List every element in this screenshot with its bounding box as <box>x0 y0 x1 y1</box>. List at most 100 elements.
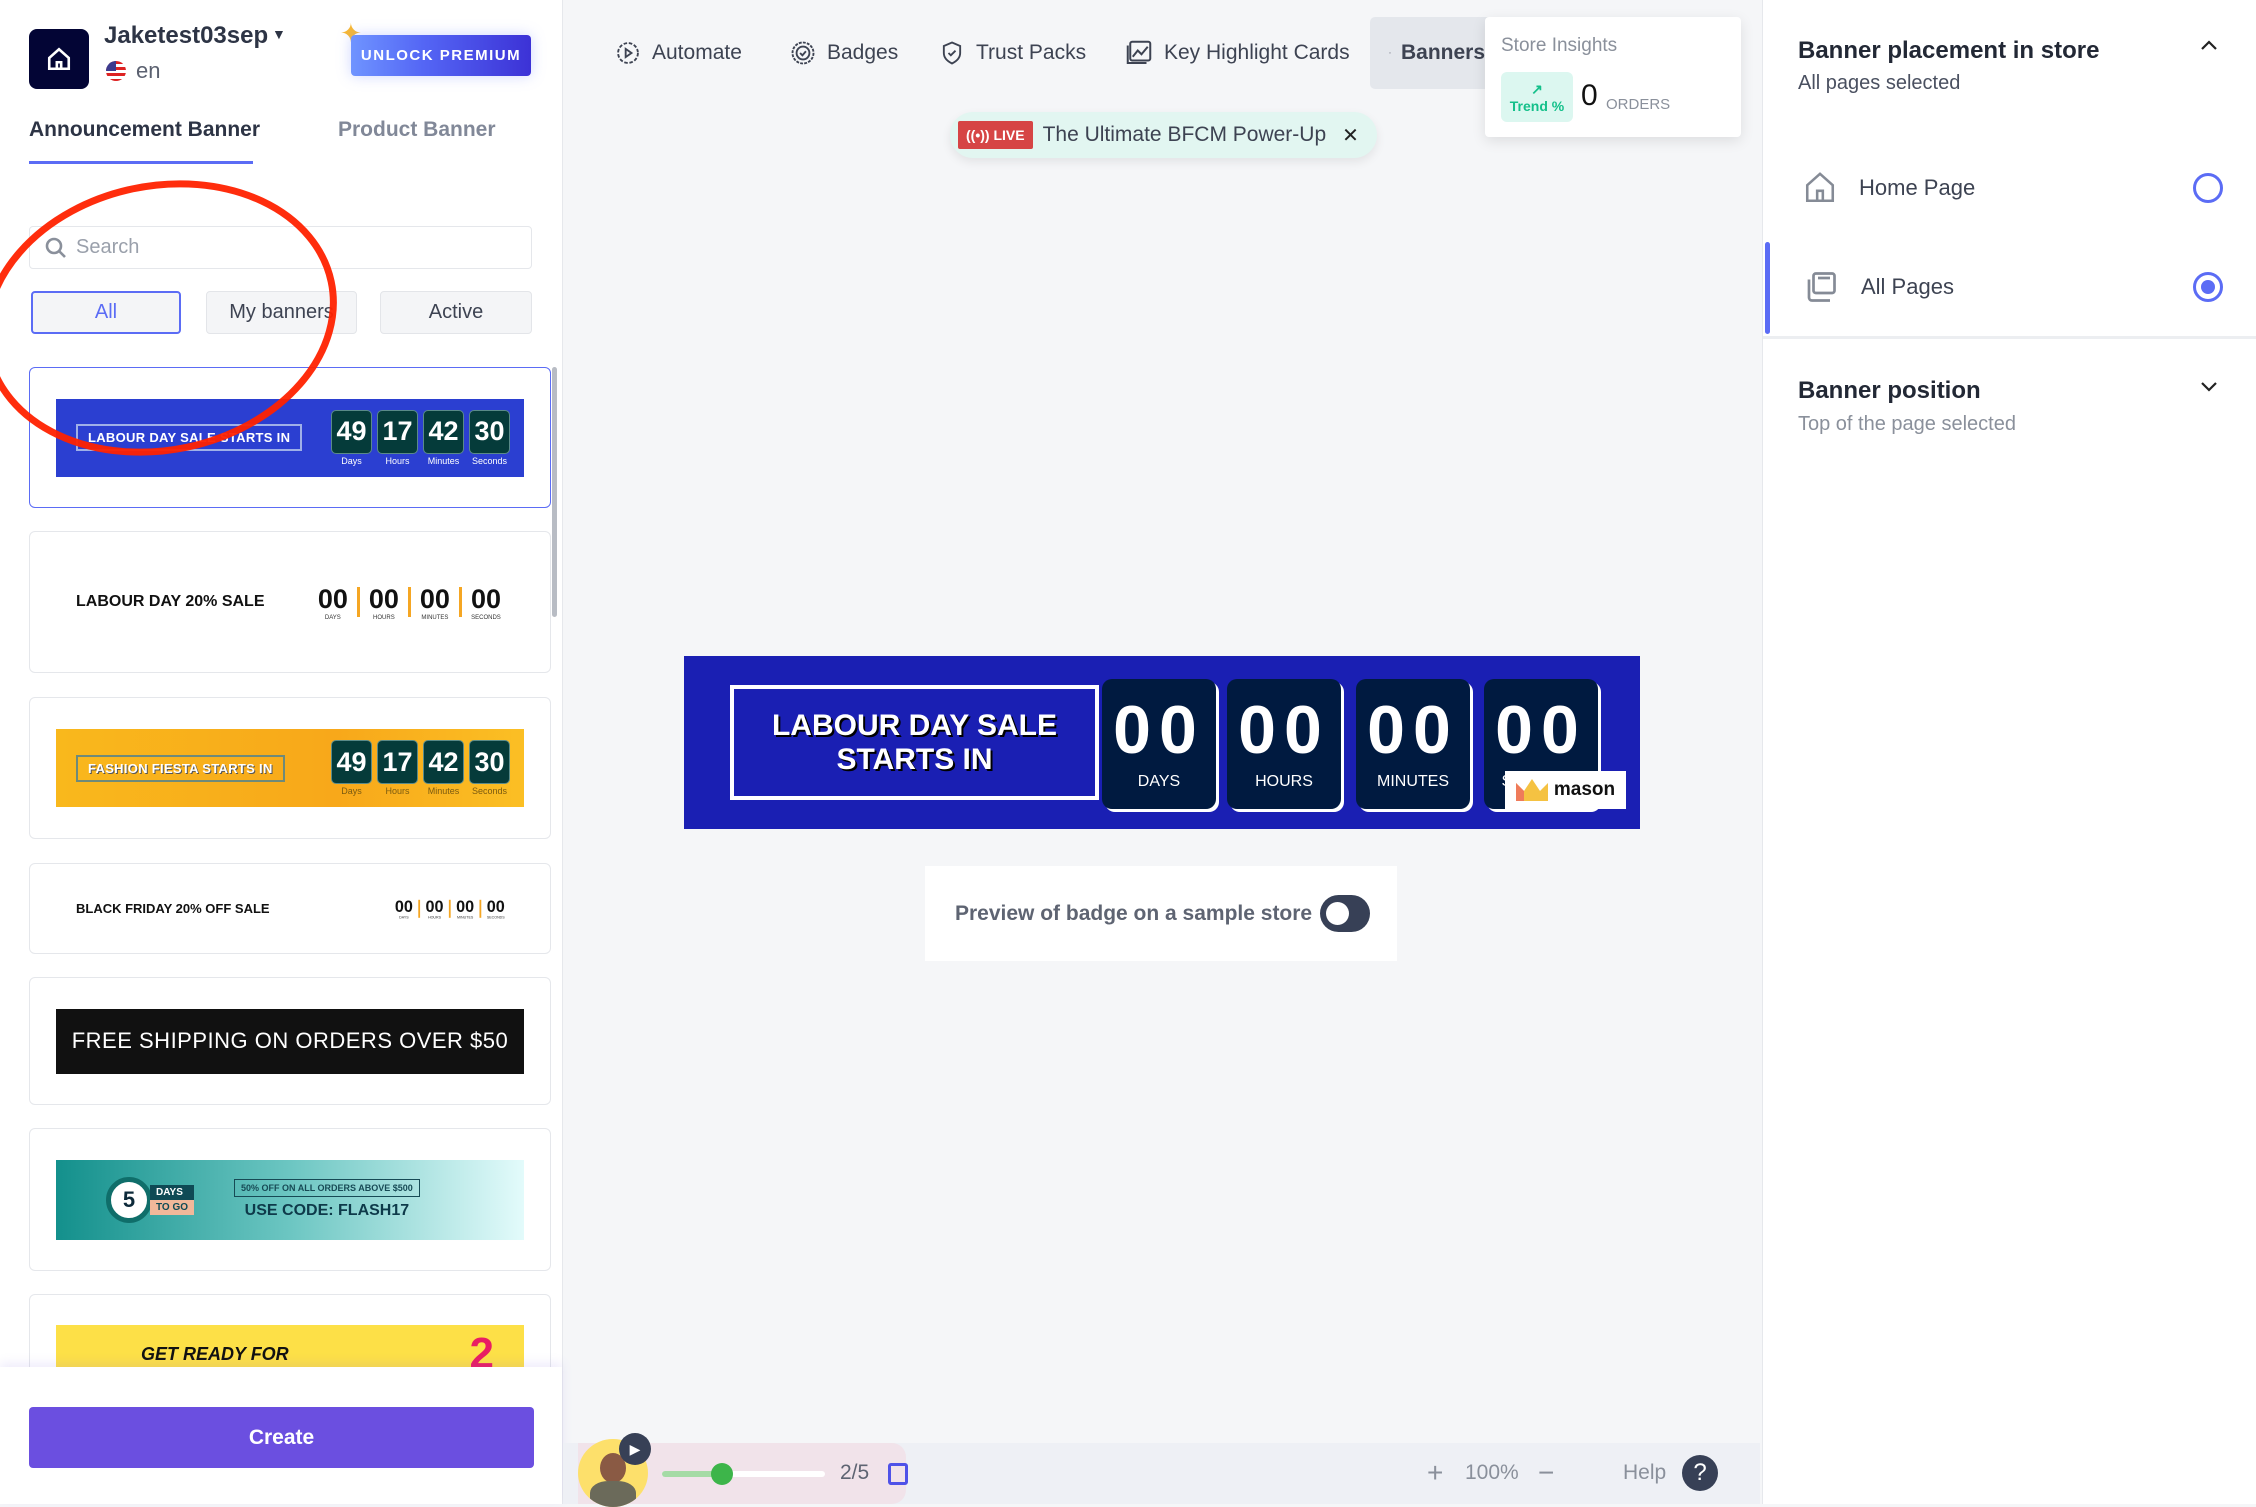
to-go-label: TO GO <box>150 1199 195 1215</box>
banner-preview: LABOUR DAY SALE STARTS IN 00 DAYS 00 HOURS … <box>684 656 1640 829</box>
insights-title: Store Insights <box>1501 35 1618 56</box>
nav-label: Key Highlight Cards <box>1164 41 1350 64</box>
position-title[interactable]: Banner position <box>1798 377 1981 405</box>
pages-icon <box>1807 272 1836 302</box>
countdown-value: 49 <box>331 740 372 784</box>
countdown-label: HOURS <box>427 916 441 920</box>
countdown-label: Hours <box>385 786 410 796</box>
countdown-label: DAYS <box>324 614 341 621</box>
countdown-label: SECONDS <box>486 916 505 920</box>
countdown-minutes: 00 MINUTES <box>1356 679 1470 809</box>
countdown-label: MINUTES <box>456 916 474 920</box>
trend-badge: ↗ Trend % <box>1501 72 1573 122</box>
preview-toggle[interactable] <box>1320 895 1371 932</box>
chevron-up-icon[interactable] <box>2199 38 2219 52</box>
create-button[interactable]: Create <box>29 1407 534 1468</box>
template-title: LABOUR DAY 20% SALE <box>76 593 265 610</box>
trend-label: Trend % <box>1509 97 1565 114</box>
nav-trust-packs[interactable]: Trust Packs <box>938 36 1086 70</box>
help-link[interactable]: Help <box>1623 1461 1666 1485</box>
option-label: Home Page <box>1859 175 1976 200</box>
countdown-value: 42 <box>423 740 464 784</box>
countdown-value: 00 <box>486 897 505 916</box>
banner-thumbnail: BLACK FRIDAY 20% OFF SALE 00 DAYS 00 HOURS… <box>56 883 524 934</box>
countdown-value: 00 <box>394 897 413 916</box>
placement-subtitle: All pages selected <box>1798 72 1961 94</box>
chevron-down-icon[interactable] <box>2199 380 2219 394</box>
radio-home-page[interactable] <box>2193 173 2223 203</box>
template-title: FREE SHIPPING ON ORDERS OVER $50 <box>71 1028 509 1053</box>
position-subtitle: Top of the page selected <box>1798 413 2016 435</box>
countdown-hours: 00 HOURS <box>1227 679 1341 809</box>
live-badge: ((•)) LIVE <box>958 121 1033 149</box>
countdown-value: 00 <box>317 583 348 614</box>
help-icon[interactable]: ? <box>1682 1455 1718 1491</box>
banner-template-card[interactable]: FREE SHIPPING ON ORDERS OVER $50 <box>29 977 551 1105</box>
nav-key-highlight-cards[interactable]: Key Highlight Cards <box>1124 36 1350 70</box>
store-insights-card[interactable]: Store Insights ↗ Trend % 0 ORDERS <box>1485 17 1741 137</box>
placement-option-all-pages[interactable]: All Pages <box>1763 240 2256 334</box>
broadcast-icon: ((•)) <box>966 127 994 143</box>
close-icon[interactable]: ✕ <box>1342 123 1359 148</box>
zoom-out-icon[interactable]: − <box>1538 1457 1554 1489</box>
preview-headline: LABOUR DAY SALE STARTS IN <box>730 685 1099 800</box>
home-icon <box>1805 172 1835 203</box>
progress-slider[interactable] <box>662 1463 825 1485</box>
shield-check-icon <box>942 41 962 65</box>
live-announcement[interactable]: ((•)) LIVE The Ultimate BFCM Power-Up ✕ <box>950 112 1377 158</box>
left-panel: Jaketest03sep ▼ en ✦ UNLOCK PREMIUM Anno… <box>0 0 563 1504</box>
banner-template-card[interactable]: 5 DAYS TO GO 50% OFF ON ALL ORDERS ABOVE… <box>29 1128 551 1271</box>
banner-template-card[interactable]: LABOUR DAY 20% SALE 00 DAYS 00 HOURS 00 MIN… <box>29 531 551 673</box>
nav-label: Trust Packs <box>976 41 1087 64</box>
template-title: FASHION FIESTA STARTS IN <box>76 754 285 782</box>
radio-all-pages[interactable] <box>2193 272 2223 302</box>
orders-count: 0 <box>1581 79 1598 112</box>
play-icon[interactable]: ▶ <box>619 1433 651 1465</box>
orders-unit: ORDERS <box>1606 96 1671 113</box>
trend-up-icon: ↗ <box>1531 80 1543 97</box>
countdown-value: 00 <box>419 583 450 614</box>
countdown-label: HOURS <box>373 614 395 621</box>
nav-label: Banners <box>1400 41 1485 64</box>
red-annotation-circle <box>0 180 337 456</box>
countdown-label: Seconds <box>471 786 508 796</box>
settings-panel: Banner placement in store All pages sele… <box>1762 0 2256 1504</box>
step-checkbox[interactable] <box>888 1463 908 1485</box>
banner-template-card[interactable]: FASHION FIESTA STARTS IN 49 Days 17 Hours … <box>29 697 551 839</box>
nav-badges[interactable]: Badges <box>789 36 898 70</box>
banner-thumbnail: FREE SHIPPING ON ORDERS OVER $50 <box>56 1008 524 1074</box>
live-text: The Ultimate BFCM Power-Up <box>1042 123 1327 146</box>
alarm-clock-icon: 5 <box>106 1176 152 1223</box>
coupon-code: USE CODE: FLASH17 <box>244 1202 410 1219</box>
presentation-icon <box>1389 52 1391 54</box>
countdown-label: DAYS <box>398 916 409 920</box>
bottom-bar: ▶ 2/5 + 100% − Help ? <box>563 1433 1760 1507</box>
option-label: All Pages <box>1861 274 1954 299</box>
divider <box>1763 336 2256 339</box>
placement-option-home-page[interactable]: Home Page <box>1763 141 2256 235</box>
template-title: GET READY FOR <box>141 1343 289 1364</box>
countdown-label: SECONDS <box>471 614 501 621</box>
countdown-value: 00 <box>470 583 501 614</box>
zoom-level: 100% <box>1465 1461 1519 1484</box>
countdown-label: MINUTES <box>421 614 449 621</box>
countdown-days: 00 DAYS <box>1102 679 1216 809</box>
nav-automate[interactable]: Automate <box>614 36 742 70</box>
template-title: BLACK FRIDAY 20% OFF SALE <box>76 901 270 916</box>
countdown-label: Days <box>341 786 362 796</box>
step-counter: 2/5 <box>840 1461 870 1484</box>
nav-label: Automate <box>652 41 742 64</box>
preview-toggle-card: Preview of badge on a sample store <box>925 866 1397 961</box>
countdown-value: 00 <box>425 897 444 916</box>
banner-thumbnail: 5 DAYS TO GO 50% OFF ON ALL ORDERS ABOVE… <box>56 1159 524 1240</box>
banner-thumbnail: FASHION FIESTA STARTS IN 49 Days 17 Hours … <box>56 729 524 807</box>
placement-title[interactable]: Banner placement in store <box>1798 37 2099 65</box>
countdown-value: 17 <box>377 740 418 784</box>
banner-thumbnail: LABOUR DAY 20% SALE 00 DAYS 00 HOURS 00 MIN… <box>56 563 524 641</box>
nav-banners[interactable]: Banners <box>1389 36 1485 70</box>
countdown-value: 00 <box>455 897 474 916</box>
mason-logo-icon <box>1515 779 1548 801</box>
zoom-in-icon[interactable]: + <box>1427 1457 1443 1489</box>
banner-template-card[interactable]: BLACK FRIDAY 20% OFF SALE 00 DAYS 00 HOURS… <box>29 863 551 954</box>
badge-icon <box>791 41 815 65</box>
